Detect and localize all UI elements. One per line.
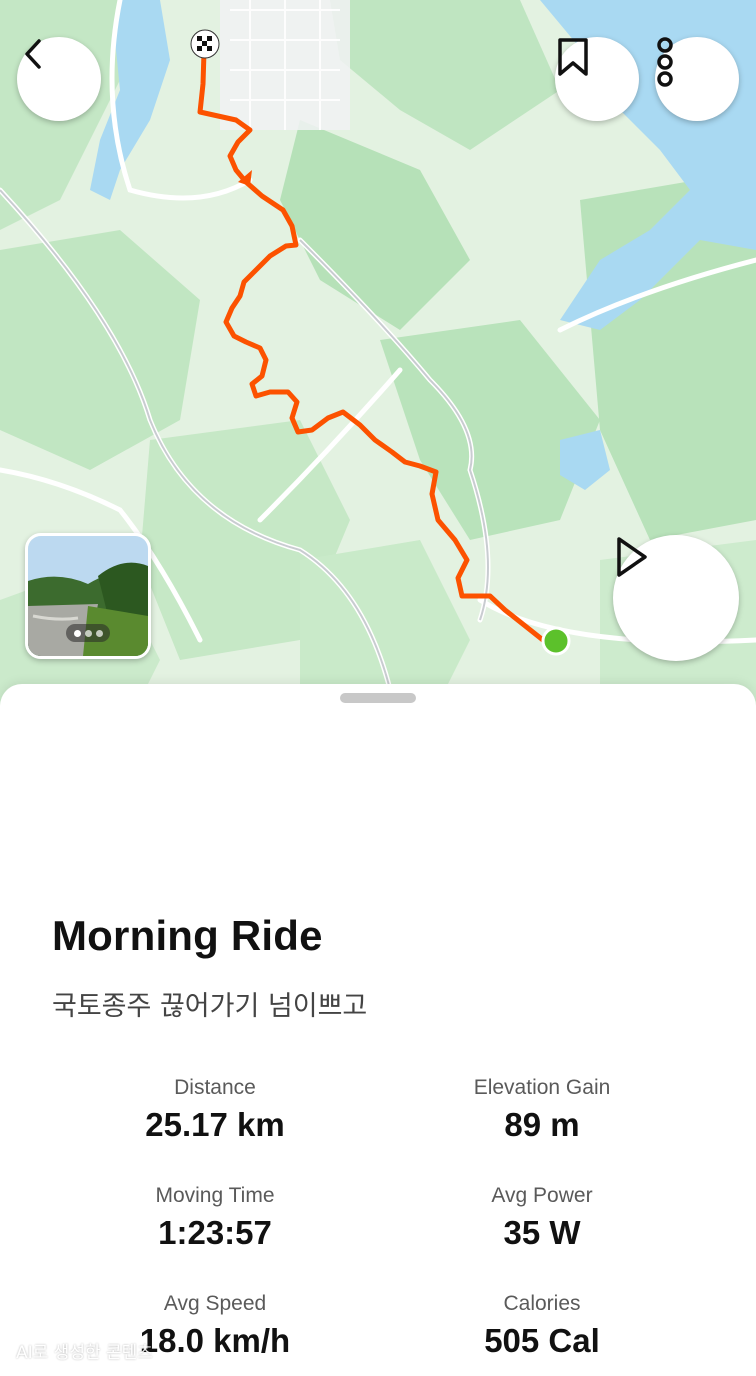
stat-label: Avg Speed (163, 1292, 267, 1315)
photo-carousel-dots (66, 624, 110, 642)
stat-value: 35 W (503, 1214, 581, 1251)
stat-label: Avg Power (491, 1184, 593, 1207)
stat-label: Moving Time (155, 1184, 275, 1207)
activity-title: Morning Ride (52, 912, 323, 959)
activity-photo-thumbnail[interactable] (25, 533, 151, 659)
route-map[interactable] (0, 0, 756, 740)
stat-elevation-gain: Elevation Gain 89 m (377, 1076, 707, 1144)
activity-details-sheet: Morning Ride 국토종주 끊어가기 넘이쁘고 Distance 25.… (0, 684, 756, 1376)
activity-description: 국토종주 끊어가기 넘이쁘고 (52, 991, 368, 1022)
stat-distance: Distance 25.17 km (50, 1076, 380, 1144)
stat-calories: Calories 505 Cal (377, 1292, 707, 1360)
stat-label: Calories (503, 1292, 581, 1315)
sheet-drag-handle[interactable] (340, 693, 416, 703)
stat-value: 1:23:57 (158, 1214, 272, 1251)
stat-moving-time: Moving Time 1:23:57 (50, 1184, 380, 1252)
stat-value: 505 Cal (484, 1322, 600, 1359)
start-marker (541, 626, 571, 656)
stat-value: 25.17 km (145, 1106, 285, 1143)
more-options-button[interactable] (655, 37, 739, 121)
stat-label: Distance (174, 1076, 256, 1099)
back-button[interactable] (17, 37, 101, 121)
stat-value: 89 m (504, 1106, 580, 1143)
flyover-play-button[interactable] (613, 535, 739, 661)
stat-label: Elevation Gain (473, 1076, 611, 1099)
finish-flag-icon (190, 29, 220, 59)
ai-generated-watermark: AI로 생성한 콘텐츠 (16, 1343, 153, 1363)
bookmark-button[interactable] (555, 37, 639, 121)
stat-avg-power: Avg Power 35 W (377, 1184, 707, 1252)
